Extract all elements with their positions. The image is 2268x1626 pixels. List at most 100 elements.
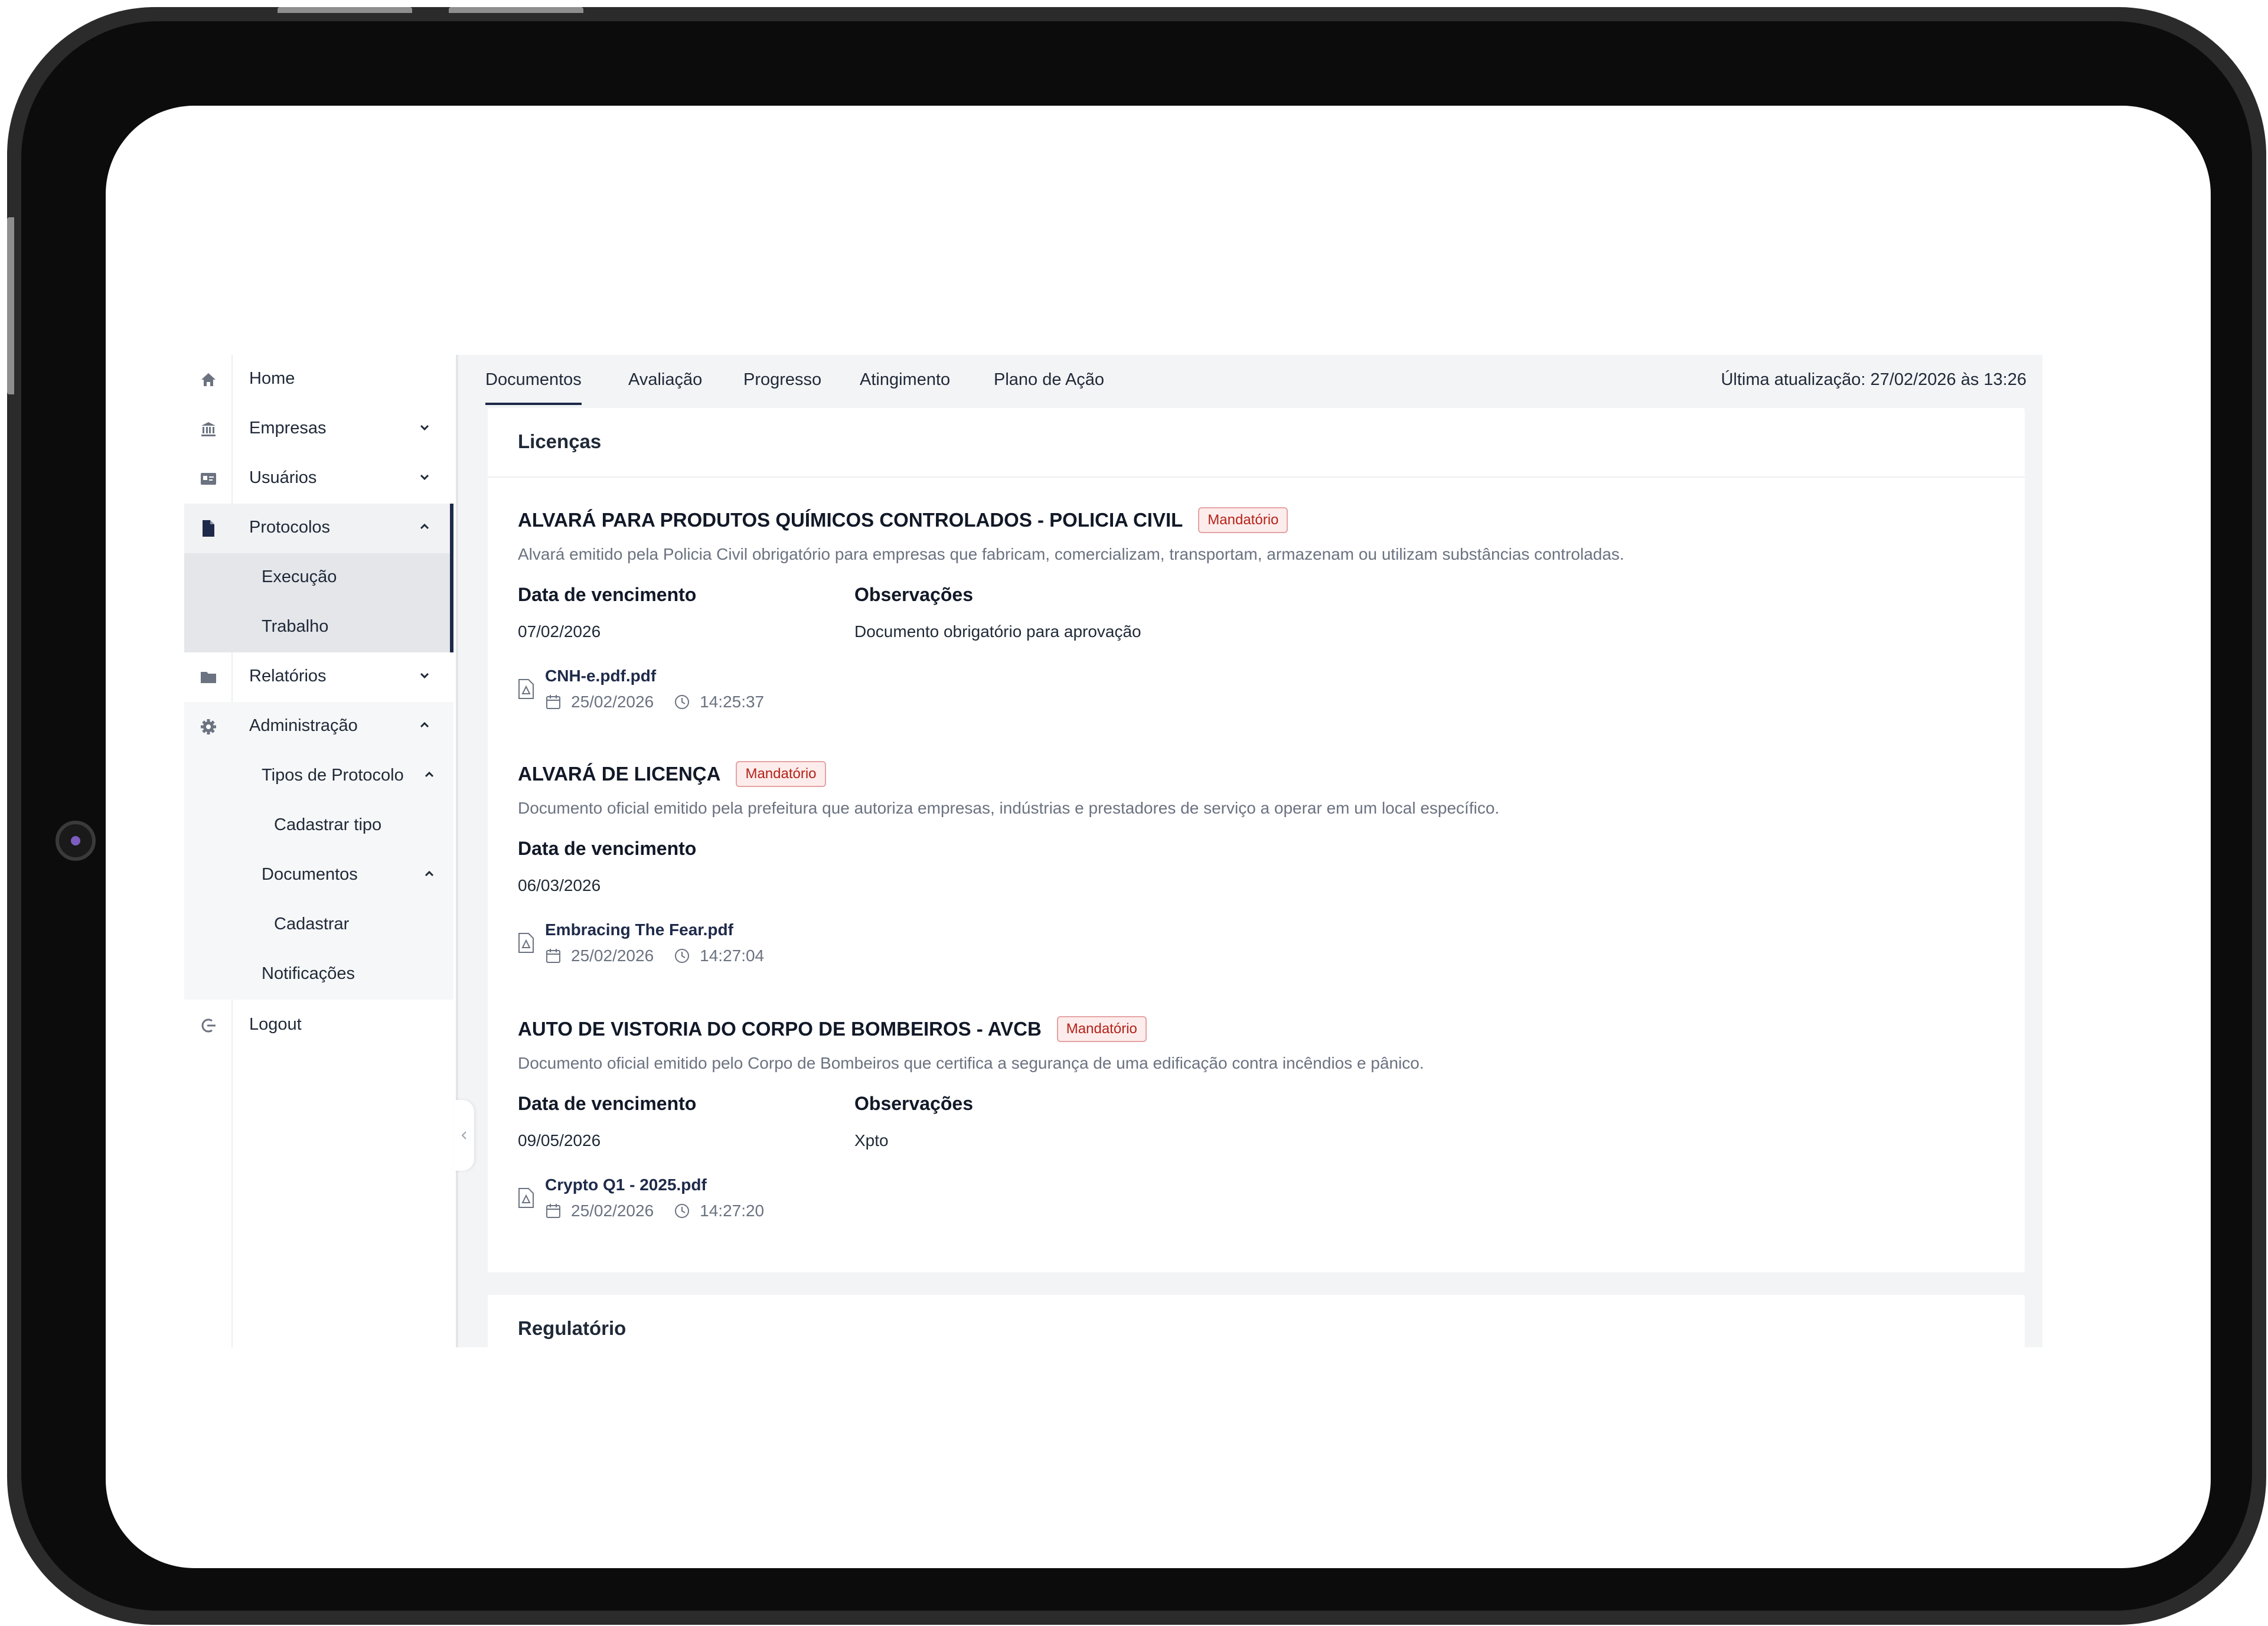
sidebar-item-protocolos[interactable]: Protocolos (184, 504, 453, 553)
id-card-icon (200, 470, 217, 488)
chevron-up-icon (420, 865, 438, 883)
sidebar-item-label: Relatórios (249, 667, 327, 685)
tab-progresso[interactable]: Progresso (743, 370, 821, 403)
sidebar-item-trabalho[interactable]: Trabalho (184, 603, 453, 652)
file-time: 14:27:20 (700, 1201, 765, 1220)
document-description: Documento oficial emitido pela prefeitur… (518, 799, 1500, 817)
observations-label: Observações (854, 584, 974, 605)
app-window: Home Empresas Usuários Protocolos Execuç… (184, 355, 2042, 1347)
file-time: 14:25:37 (700, 693, 765, 711)
document-item: AUTO DE VISTORIA DO CORPO DE BOMBEIROS -… (518, 1016, 2006, 1229)
chevron-down-icon (416, 419, 433, 436)
card-title: Regulatório (518, 1317, 626, 1339)
sidebar-item-administracao[interactable]: Administração (184, 702, 453, 752)
chevron-down-icon (416, 667, 433, 684)
due-date-label: Data de vencimento (518, 838, 697, 859)
sidebar-item-home[interactable]: Home (184, 355, 453, 404)
folder-icon (200, 668, 217, 686)
tab-atingimento[interactable]: Atingimento (860, 370, 950, 403)
clock-icon (675, 949, 690, 963)
card-title: Licenças (518, 430, 602, 452)
camera-icon (56, 821, 96, 861)
document-description: Documento oficial emitido pelo Corpo de … (518, 1054, 1424, 1072)
sidebar-item-label: Empresas (249, 419, 327, 437)
file-name-link[interactable]: Embracing The Fear.pdf (545, 920, 733, 939)
sidebar-item-label: Documentos (262, 865, 358, 884)
sidebar-item-cadastrar-tipo[interactable]: Cadastrar tipo (184, 801, 453, 851)
tab-plano-de-acao[interactable]: Plano de Ação (994, 370, 1104, 403)
sidebar-item-usuarios[interactable]: Usuários (184, 454, 453, 504)
pdf-file-icon (518, 678, 536, 701)
sidebar-item-label: Logout (249, 1015, 302, 1034)
file-name-link[interactable]: CNH-e.pdf.pdf (545, 667, 656, 685)
sidebar-item-label: Notificações (262, 964, 355, 983)
due-date-label: Data de vencimento (518, 1093, 697, 1114)
attached-file: Crypto Q1 - 2025.pdf 25/02/2026 14:27:20 (518, 1176, 872, 1223)
sidebar-item-label: Cadastrar tipo (274, 815, 382, 834)
collapse-sidebar-button[interactable] (454, 1100, 474, 1171)
pdf-file-icon (518, 932, 536, 955)
clock-icon (675, 695, 690, 709)
file-name-link[interactable]: Crypto Q1 - 2025.pdf (545, 1176, 707, 1194)
sidebar-item-execucao[interactable]: Execução (184, 553, 453, 603)
sidebar-item-label: Trabalho (262, 617, 329, 636)
sidebar-item-label: Execução (262, 567, 337, 586)
file-icon (200, 520, 217, 537)
sidebar-item-documentos[interactable]: Documentos (184, 851, 453, 900)
calendar-icon (546, 1204, 560, 1218)
chevron-down-icon (416, 468, 433, 486)
file-date: 25/02/2026 (571, 693, 654, 711)
tablet-frame: Home Empresas Usuários Protocolos Execuç… (7, 7, 2266, 1625)
due-date-value: 09/05/2026 (518, 1131, 601, 1150)
file-date: 25/02/2026 (571, 1201, 654, 1220)
sidebar-item-cadastrar[interactable]: Cadastrar (184, 900, 453, 950)
sidebar-item-relatorios[interactable]: Relatórios (184, 652, 453, 702)
volume-up-button (278, 7, 412, 13)
sidebar-item-label: Cadastrar (274, 915, 350, 933)
sidebar-item-label: Tipos de Protocolo (262, 766, 404, 785)
sidebar-item-label: Usuários (249, 468, 317, 487)
licencas-card: Licenças ALVARÁ PARA PRODUTOS QUÍMICOS C… (488, 408, 2025, 1272)
clock-icon (675, 1204, 690, 1218)
observations-label: Observações (854, 1093, 974, 1114)
main-content: Documentos Avaliação Progresso Atingimen… (456, 355, 2042, 1347)
chevron-left-icon (461, 1131, 466, 1139)
pdf-file-icon (518, 1187, 536, 1210)
chevron-up-icon (416, 518, 433, 536)
chevron-up-icon (420, 766, 438, 783)
mandatory-badge: Mandatório (1198, 507, 1288, 533)
gear-icon (200, 718, 217, 736)
tab-bar: Documentos Avaliação Progresso Atingimen… (458, 355, 2042, 408)
due-date-label: Data de vencimento (518, 584, 697, 605)
sidebar-item-notificacoes[interactable]: Notificações (184, 950, 453, 1000)
sidebar-item-logout[interactable]: Logout (184, 1001, 453, 1050)
bank-icon (200, 420, 217, 438)
calendar-icon (546, 695, 560, 709)
card-header: Licenças (488, 408, 2025, 478)
chevron-up-icon (416, 716, 433, 734)
calendar-icon (546, 949, 560, 963)
sidebar: Home Empresas Usuários Protocolos Execuç… (184, 355, 453, 1347)
document-description: Alvará emitido pela Policia Civil obriga… (518, 545, 1624, 563)
mandatory-badge: Mandatório (736, 761, 826, 787)
sidebar-item-label: Protocolos (249, 518, 331, 537)
sidebar-item-label: Administração (249, 716, 358, 735)
observations-value: Xpto (854, 1131, 889, 1150)
volume-down-button (449, 7, 583, 13)
mandatory-badge: Mandatório (1056, 1016, 1147, 1042)
home-icon (200, 371, 217, 388)
file-date: 25/02/2026 (571, 946, 654, 965)
observations-value: Documento obrigatório para aprovação (854, 622, 1141, 641)
file-time: 14:27:04 (700, 946, 765, 965)
logout-icon (200, 1017, 217, 1034)
document-title: ALVARÁ DE LICENÇA (518, 763, 721, 785)
due-date-value: 07/02/2026 (518, 622, 601, 641)
sidebar-item-empresas[interactable]: Empresas (184, 404, 453, 454)
attached-file: Embracing The Fear.pdf 25/02/2026 14:27:… (518, 920, 872, 968)
document-title: AUTO DE VISTORIA DO CORPO DE BOMBEIROS -… (518, 1018, 1042, 1040)
sidebar-item-tipos-de-protocolo[interactable]: Tipos de Protocolo (184, 752, 453, 801)
tab-documentos[interactable]: Documentos (485, 370, 582, 405)
document-item: ALVARÁ DE LICENÇA Mandatório Documento o… (518, 761, 2006, 974)
last-update-text: Última atualização: 27/02/2026 às 13:26 (1721, 370, 2026, 389)
tab-avaliacao[interactable]: Avaliação (628, 370, 702, 403)
